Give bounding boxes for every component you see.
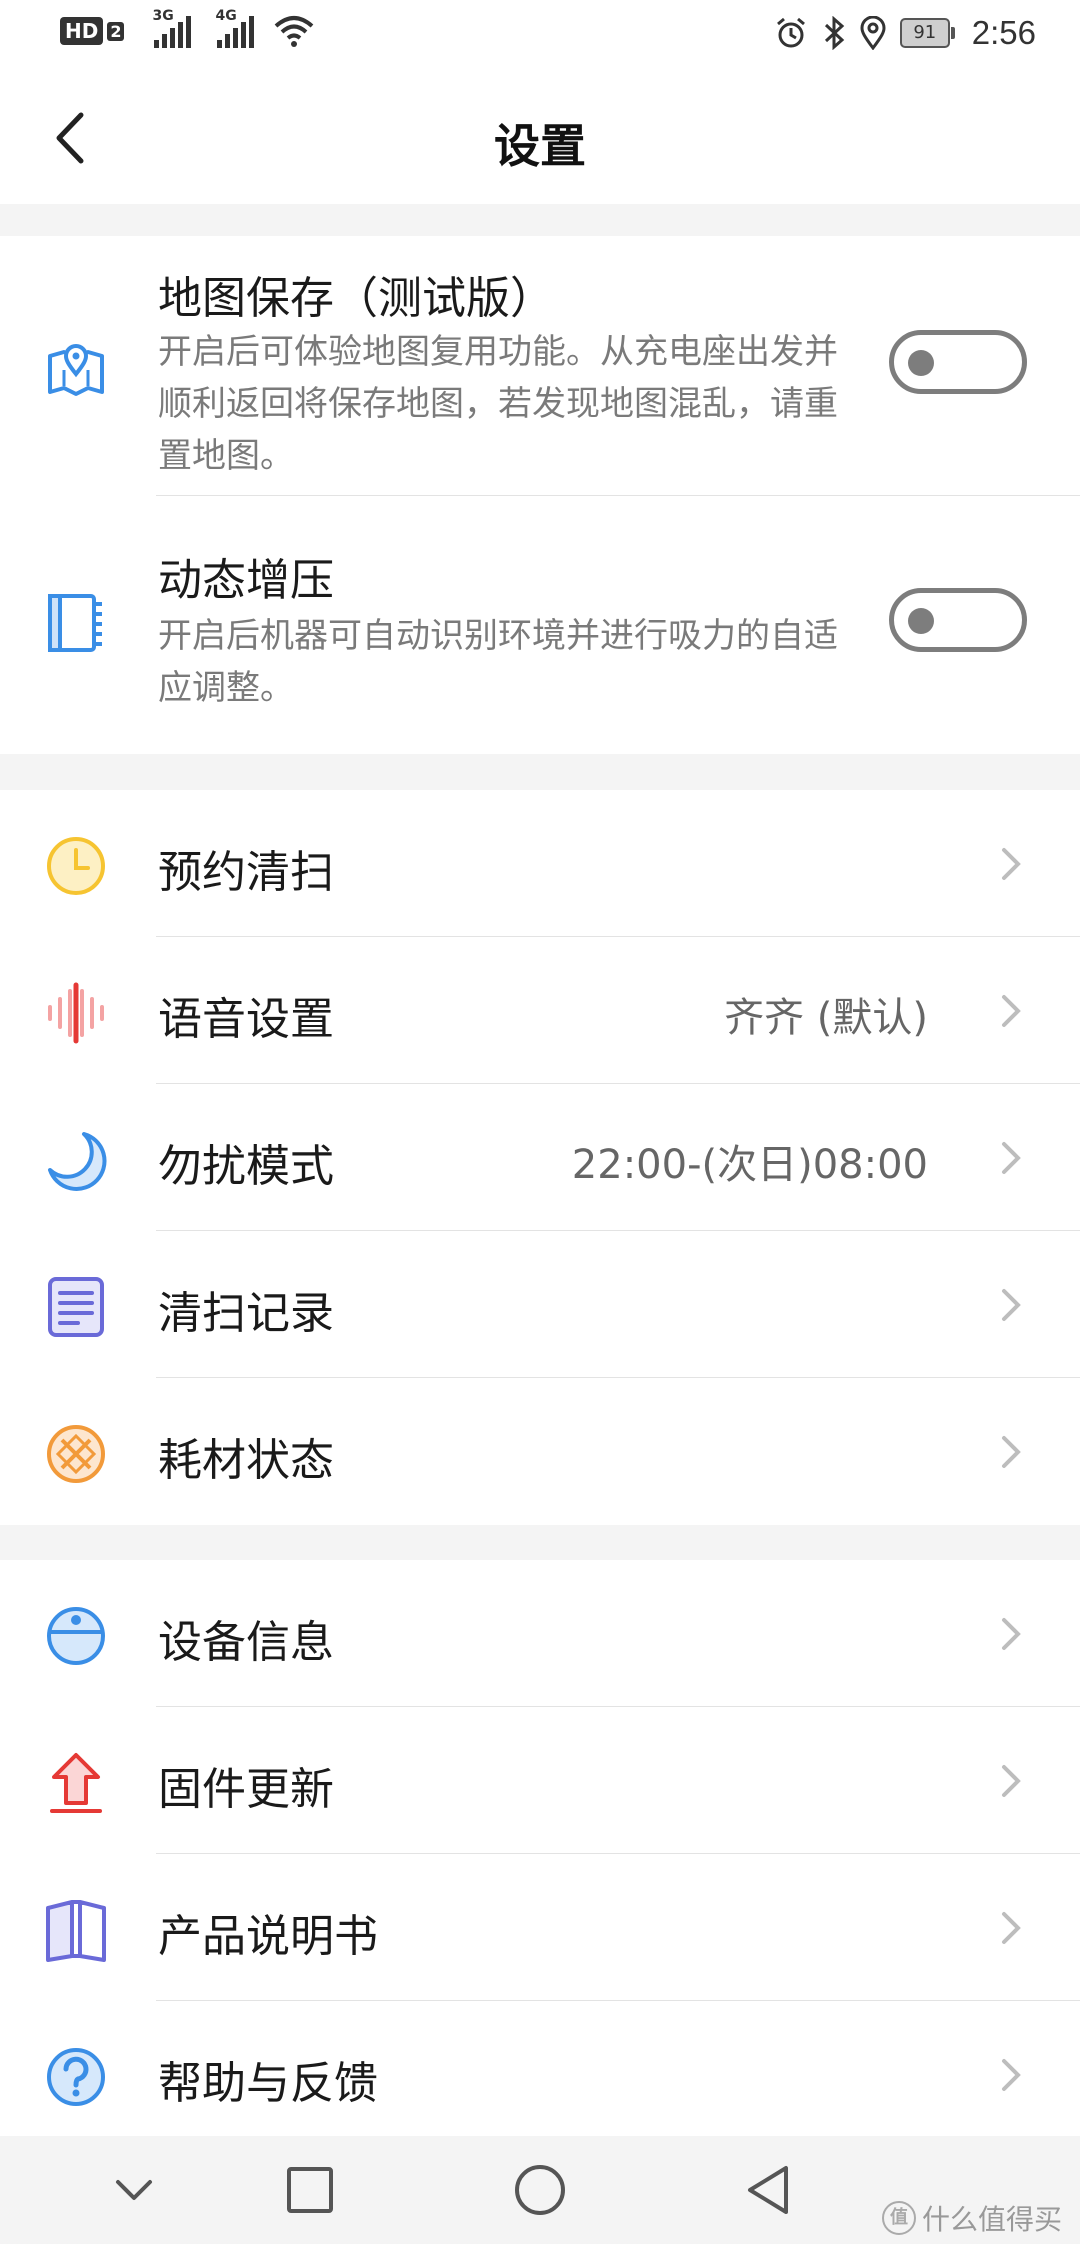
menu-item-label: 帮助与反馈 (158, 2058, 378, 2109)
wifi-icon (275, 16, 314, 47)
hd-voice-badge: HD (60, 17, 104, 45)
nav-recents-button[interactable] (280, 2160, 340, 2220)
nav-collapse-button[interactable] (104, 2160, 164, 2220)
filter-icon (47, 1425, 105, 1483)
nav-home-button[interactable] (510, 2160, 570, 2220)
menu-item-device-info[interactable]: 设备信息 (0, 1560, 1080, 1707)
feature-settings-card: 预约清扫 语音设置 齐齐 (默认) 勿扰模式 22:00-(次日)08:00 清… (0, 790, 1080, 1525)
square-icon (287, 2167, 333, 2213)
book-icon (46, 1900, 106, 1962)
chevron-right-icon (1002, 1436, 1021, 1468)
alarm-icon (776, 17, 805, 48)
chevron-right-icon (1002, 1912, 1021, 1944)
map-save-toggle[interactable] (889, 330, 1027, 394)
menu-item-label: 固件更新 (158, 1764, 334, 1815)
menu-item-do-not-disturb[interactable]: 勿扰模式 22:00-(次日)08:00 (0, 1084, 1080, 1231)
status-bar: HD 2 3G 4G 91 2:56 (0, 0, 1080, 72)
setting-title: 动态增压 (158, 555, 334, 606)
menu-item-label: 设备信息 (158, 1617, 334, 1668)
upload-arrow-icon (50, 1753, 102, 1813)
menu-item-schedule-clean[interactable]: 预约清扫 (0, 790, 1080, 937)
top-app-bar: 设置 (0, 72, 1080, 204)
location-icon (860, 16, 886, 50)
nav-back-button[interactable] (738, 2160, 798, 2220)
menu-item-voice-settings[interactable]: 语音设置 齐齐 (默认) (0, 937, 1080, 1084)
robot-device-icon (47, 1607, 105, 1665)
setting-description: 开启后机器可自动识别环境并进行吸力的自适应调整。 (158, 616, 838, 708)
menu-item-label: 清扫记录 (158, 1288, 334, 1339)
signal-strength-icon: 3G (152, 8, 192, 48)
chevron-right-icon (1002, 2059, 1021, 2091)
hd-sim-indicator: 2 (107, 21, 125, 41)
chevron-right-icon (1002, 848, 1021, 880)
page-title: 设置 (494, 119, 586, 173)
menu-item-label: 预约清扫 (158, 847, 334, 898)
menu-item-product-manual[interactable]: 产品说明书 (0, 1854, 1080, 2001)
menu-item-consumables[interactable]: 耗材状态 (0, 1378, 1080, 1525)
menu-item-label: 语音设置 (158, 994, 334, 1045)
chevron-right-icon (1002, 1289, 1021, 1321)
bluetooth-icon (824, 16, 844, 50)
menu-item-clean-history[interactable]: 清扫记录 (0, 1231, 1080, 1378)
menu-item-label: 勿扰模式 (158, 1141, 334, 1192)
sound-wave-icon (48, 982, 104, 1044)
device-info-card: 设备信息 固件更新 产品说明书 帮助与反馈 (0, 1560, 1080, 2136)
signal-strength-icon: 4G (215, 8, 255, 48)
clock: 2:56 (971, 14, 1036, 51)
chevron-right-icon (1002, 1142, 1021, 1174)
circle-icon (515, 2165, 565, 2215)
menu-item-help-feedback[interactable]: 帮助与反馈 (0, 2001, 1080, 2148)
clock-icon (47, 837, 105, 895)
menu-item-label: 耗材状态 (158, 1435, 334, 1486)
notebook-icon (48, 594, 102, 652)
notepad-icon (48, 1277, 104, 1337)
question-icon (47, 2048, 105, 2106)
chevron-right-icon (1002, 995, 1021, 1027)
menu-item-label: 产品说明书 (158, 1911, 378, 1962)
watermark-text: 什么值得买 (921, 2203, 1062, 2236)
chevron-right-icon (1002, 1765, 1021, 1797)
battery-indicator: 91 (899, 18, 955, 48)
chevron-right-icon (1002, 1618, 1021, 1650)
moon-icon (48, 1132, 107, 1191)
chevron-down-icon (116, 2180, 152, 2200)
setting-title: 地图保存（测试版） (158, 273, 554, 324)
dynamic-boost-toggle[interactable] (889, 588, 1027, 652)
setting-description: 开启后可体验地图复用功能。从充电座出发并顺利返回将保存地图，若发现地图混乱，请重… (158, 332, 838, 476)
triangle-back-icon (748, 2166, 788, 2214)
map-pin-icon (48, 344, 104, 396)
menu-item-value: 22:00-(次日)08:00 (571, 1142, 928, 1188)
setting-map-save: 地图保存（测试版） 开启后可体验地图复用功能。从充电座出发并顺利返回将保存地图，… (0, 236, 1080, 496)
toggle-settings-card: 地图保存（测试版） 开启后可体验地图复用功能。从充电座出发并顺利返回将保存地图，… (0, 236, 1080, 754)
menu-item-firmware-update[interactable]: 固件更新 (0, 1707, 1080, 1854)
watermark: 值 什么值得买 (881, 2198, 1062, 2238)
menu-item-value: 齐齐 (默认) (724, 995, 928, 1041)
watermark-logo-icon: 值 (881, 2201, 916, 2235)
setting-dynamic-boost: 动态增压 开启后机器可自动识别环境并进行吸力的自适应调整。 (0, 496, 1080, 754)
